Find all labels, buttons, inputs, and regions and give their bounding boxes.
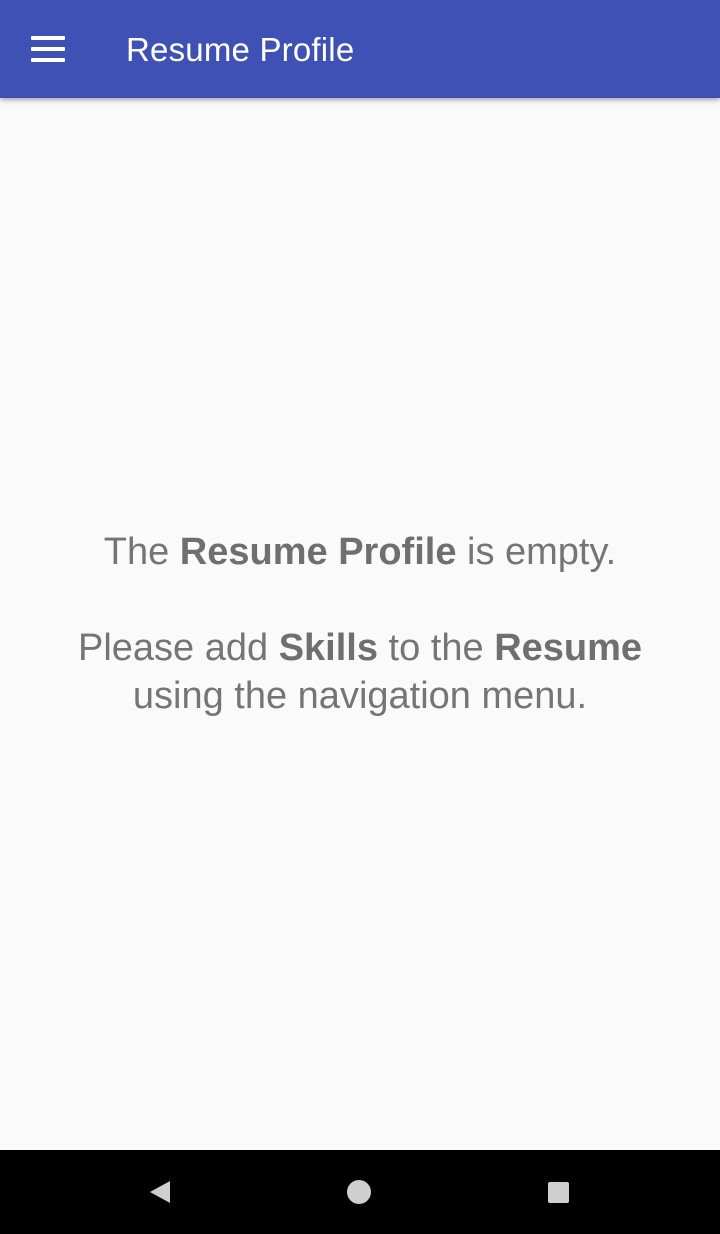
empty-message-text: is empty. (456, 531, 617, 573)
instruction-text: Please add (77, 627, 279, 669)
menu-bar-line (31, 47, 65, 51)
instruction-bold: Skills (278, 627, 378, 669)
back-button[interactable] (120, 1168, 200, 1216)
empty-state-message: The Resume Profile is empty. Please add … (40, 528, 680, 720)
empty-message-bold: Resume Profile (179, 531, 457, 573)
instruction-line: Please add Skills to the Resume using th… (40, 624, 680, 720)
app-bar: Resume Profile (0, 0, 720, 98)
hamburger-menu-icon[interactable] (20, 23, 76, 75)
back-triangle-icon (150, 1181, 170, 1203)
empty-message-line: The Resume Profile is empty. (40, 528, 680, 576)
instruction-text: to the (377, 627, 495, 669)
app-screen: Resume Profile The Resume Profile is emp… (0, 0, 720, 1234)
recents-button[interactable] (518, 1168, 598, 1216)
home-circle-icon (347, 1180, 371, 1204)
empty-message-text: The (103, 531, 180, 573)
instruction-bold: Resume (494, 627, 643, 669)
recents-square-icon (547, 1181, 569, 1203)
main-content: The Resume Profile is empty. Please add … (0, 98, 720, 1150)
page-title: Resume Profile (126, 31, 355, 68)
instruction-text: using the navigation menu. (132, 675, 588, 717)
home-button[interactable] (319, 1168, 399, 1216)
menu-bar-line (31, 58, 65, 62)
system-navigation-bar (0, 1150, 720, 1234)
menu-bar-line (31, 36, 65, 40)
